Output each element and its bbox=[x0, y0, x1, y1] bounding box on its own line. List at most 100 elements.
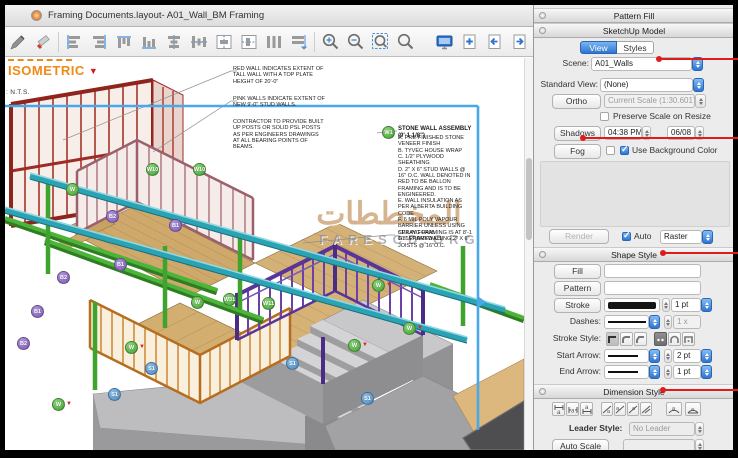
dim-text-below-button[interactable]: a bbox=[552, 402, 565, 416]
zoom-in-icon[interactable] bbox=[320, 32, 340, 52]
scene-field[interactable]: A01_Walls bbox=[591, 57, 692, 71]
dim-arc-2-button[interactable]: a bbox=[685, 402, 701, 416]
tab-view[interactable]: View bbox=[580, 41, 617, 54]
use-background-checkbox[interactable] bbox=[620, 146, 629, 155]
render-mode-dropdown[interactable]: Raster bbox=[660, 230, 702, 244]
dim-angle-3-button[interactable]: a bbox=[627, 402, 639, 416]
collapse-toggle-icon[interactable] bbox=[539, 27, 546, 34]
next-page-icon[interactable] bbox=[510, 32, 530, 52]
start-size-stepper[interactable] bbox=[664, 349, 672, 363]
date-stepper[interactable] bbox=[695, 126, 704, 140]
collapse-toggle-icon[interactable] bbox=[539, 12, 546, 19]
zoom-icon[interactable] bbox=[395, 32, 415, 52]
start-size-dropdown[interactable]: 2 pt bbox=[673, 349, 701, 363]
fill-swatch[interactable] bbox=[604, 264, 701, 278]
pen-icon[interactable] bbox=[8, 32, 28, 52]
align-right-icon[interactable] bbox=[89, 32, 109, 52]
distribute-vertically-icon[interactable] bbox=[264, 32, 284, 52]
titlebar[interactable]: Framing Documents.layout- A01_Wall_BM Fr… bbox=[5, 5, 533, 27]
align-left-icon[interactable] bbox=[64, 32, 84, 52]
stroke-swatch[interactable] bbox=[604, 298, 660, 312]
dim-angle-1-button[interactable]: a bbox=[601, 402, 613, 416]
cap-butt-button[interactable] bbox=[654, 332, 667, 346]
fog-button[interactable]: Fog bbox=[554, 144, 601, 159]
shadow-time-field[interactable]: 04:38 PM bbox=[604, 126, 642, 140]
dim-arc-1-button[interactable]: a bbox=[666, 402, 682, 416]
start-arrow-dropdown[interactable] bbox=[604, 349, 649, 363]
start-arrow-spin[interactable] bbox=[649, 349, 660, 363]
auto-render-checkbox[interactable] bbox=[622, 232, 631, 241]
cap-round-button[interactable] bbox=[668, 332, 681, 346]
leader-style-dropdown[interactable]: No Leader bbox=[629, 422, 695, 436]
center-on-page-vertical-icon[interactable] bbox=[239, 32, 259, 52]
scale-stepper[interactable] bbox=[695, 94, 706, 108]
toolbar-separator bbox=[314, 32, 315, 52]
standard-view-dropdown[interactable]: (None) bbox=[600, 78, 693, 92]
zoom-selection-icon[interactable] bbox=[370, 32, 390, 52]
scene-stepper[interactable] bbox=[692, 57, 703, 71]
end-size-spin[interactable] bbox=[701, 365, 712, 379]
callout-badge: W bbox=[403, 322, 416, 335]
leader-style-stepper[interactable] bbox=[695, 422, 704, 436]
scrollbar-thumb[interactable] bbox=[526, 158, 532, 240]
dashes-spin[interactable] bbox=[649, 315, 660, 329]
center-on-page-horizontal-icon[interactable] bbox=[214, 32, 234, 52]
dash-scale-dropdown[interactable]: 1 x bbox=[673, 315, 701, 329]
shadows-button[interactable]: Shadows bbox=[554, 126, 601, 141]
align-bottom-icon[interactable] bbox=[139, 32, 159, 52]
collapse-toggle-icon[interactable] bbox=[539, 251, 546, 258]
add-page-icon[interactable] bbox=[460, 32, 480, 52]
dim-text-above-button[interactable]: a bbox=[580, 402, 593, 416]
presentation-icon[interactable] bbox=[435, 32, 455, 52]
ortho-button[interactable]: Ortho bbox=[552, 94, 601, 109]
end-arrow-spin[interactable] bbox=[649, 365, 660, 379]
dash-scale-stepper[interactable] bbox=[664, 315, 672, 329]
render-mode-stepper[interactable] bbox=[702, 230, 713, 244]
dashes-dropdown[interactable] bbox=[604, 315, 649, 329]
time-stepper[interactable] bbox=[642, 126, 651, 140]
dimension-scale-dropdown[interactable] bbox=[623, 439, 695, 450]
render-button[interactable]: Render bbox=[549, 229, 609, 244]
shadow-date-field[interactable]: 06/08 bbox=[667, 126, 695, 140]
sketchup-model-header[interactable]: SketchUp Model bbox=[534, 23, 733, 38]
fog-checkbox[interactable] bbox=[606, 146, 615, 155]
collapse-toggle-icon[interactable] bbox=[539, 388, 546, 395]
start-size-spin[interactable] bbox=[701, 349, 712, 363]
zoom-out-icon[interactable] bbox=[345, 32, 365, 52]
standard-view-stepper[interactable] bbox=[693, 78, 704, 92]
dim-text-center-button[interactable]: a bbox=[566, 402, 579, 416]
drawing-canvas[interactable]: المخططات FARESCD.ORG ISOMETRIC ▼ : N.T.S… bbox=[5, 58, 524, 450]
dim-angle-2-button[interactable]: a bbox=[614, 402, 626, 416]
dim-angle-4-button[interactable] bbox=[640, 402, 652, 416]
join-round-button[interactable] bbox=[620, 332, 633, 346]
align-top-icon[interactable] bbox=[114, 32, 134, 52]
fill-button[interactable]: Fill bbox=[554, 264, 601, 279]
stroke-width-spin[interactable] bbox=[701, 298, 712, 312]
current-scale-dropdown[interactable]: Current Scale (1:30.6017) bbox=[604, 94, 695, 108]
join-miter-button[interactable] bbox=[606, 332, 619, 346]
distribute-horizontally-icon[interactable] bbox=[289, 32, 309, 52]
stroke-width-dropdown[interactable]: 1 pt bbox=[671, 298, 701, 312]
pattern-fill-header[interactable]: Pattern Fill bbox=[534, 8, 733, 23]
highlighter-icon[interactable] bbox=[33, 32, 53, 52]
previous-page-icon[interactable] bbox=[485, 32, 505, 52]
tab-styles[interactable]: Styles bbox=[617, 41, 654, 54]
stroke-width-stepper[interactable] bbox=[662, 298, 670, 312]
cap-square-button[interactable] bbox=[682, 332, 695, 346]
shape-style-header[interactable]: Shape Style bbox=[534, 247, 733, 262]
dimension-style-header[interactable]: Dimension Style bbox=[534, 384, 733, 399]
center-horizontally-icon[interactable] bbox=[164, 32, 184, 52]
preserve-scale-checkbox[interactable] bbox=[600, 112, 609, 121]
auto-scale-button[interactable]: Auto Scale bbox=[552, 439, 609, 450]
center-vertically-icon[interactable] bbox=[189, 32, 209, 52]
dimension-scale-stepper[interactable] bbox=[695, 439, 704, 450]
end-size-dropdown[interactable]: 1 pt bbox=[673, 365, 701, 379]
end-arrow-dropdown[interactable] bbox=[604, 365, 649, 379]
end-size-stepper[interactable] bbox=[664, 365, 672, 379]
vertical-scrollbar[interactable] bbox=[524, 58, 533, 450]
join-bevel-button[interactable] bbox=[634, 332, 647, 346]
pattern-button[interactable]: Pattern bbox=[554, 281, 601, 296]
pattern-swatch[interactable] bbox=[604, 281, 701, 295]
callout-badge: W11 bbox=[262, 297, 275, 310]
stroke-button[interactable]: Stroke bbox=[554, 298, 601, 313]
